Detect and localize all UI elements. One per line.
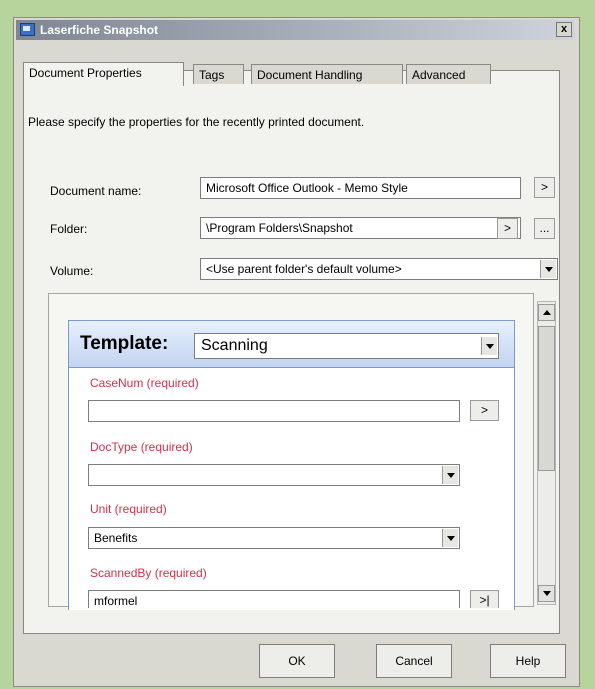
casenum-token-button[interactable]: > — [470, 400, 499, 421]
window-title: Laserfiche Snapshot — [40, 23, 159, 37]
document-name-label: Document name: — [50, 184, 142, 198]
template-label: Template: — [80, 333, 169, 354]
scannedby-input[interactable]: mformel — [88, 590, 460, 608]
laserfiche-app-icon — [20, 23, 35, 36]
scroll-thumb[interactable] — [538, 326, 555, 471]
folder-token-button[interactable]: > — [497, 218, 518, 239]
tab-tags[interactable]: Tags — [193, 64, 244, 84]
chevron-down-icon[interactable] — [540, 260, 556, 278]
template-value: Scanning — [201, 337, 268, 354]
tab-advanced[interactable]: Advanced — [406, 64, 491, 84]
scannedby-label: ScannedBy (required) — [90, 566, 207, 580]
tab-document-handling[interactable]: Document Handling — [251, 64, 403, 84]
unit-select[interactable]: Benefits — [88, 527, 460, 549]
cancel-button[interactable]: Cancel — [376, 644, 452, 678]
scroll-down-icon[interactable] — [538, 585, 555, 602]
intro-text: Please specify the properties for the re… — [28, 115, 365, 129]
unit-value: Benefits — [94, 531, 138, 545]
ok-button[interactable]: OK — [259, 644, 335, 678]
folder-browse-button[interactable]: ... — [534, 218, 555, 239]
chevron-down-icon[interactable] — [481, 337, 497, 355]
doctype-select[interactable] — [88, 464, 460, 486]
document-name-token-button[interactable]: > — [534, 177, 555, 198]
folder-label: Folder: — [50, 222, 88, 236]
metadata-scrollbar[interactable] — [537, 301, 556, 605]
scroll-up-icon[interactable] — [538, 304, 555, 321]
scannedby-token-button[interactable]: >| — [470, 590, 499, 608]
casenum-input[interactable] — [88, 400, 460, 422]
template-select[interactable]: Scanning — [194, 333, 499, 359]
tab-document-properties[interactable]: Document Properties — [23, 62, 184, 86]
title-bar[interactable]: Laserfiche Snapshot x — [16, 20, 575, 40]
volume-select[interactable]: <Use parent folder's default volume> — [200, 258, 558, 280]
help-button[interactable]: Help — [490, 644, 566, 678]
volume-value: <Use parent folder's default volume> — [206, 262, 402, 276]
casenum-label: CaseNum (required) — [90, 376, 199, 390]
close-button[interactable]: x — [556, 22, 572, 37]
document-name-input[interactable]: Microsoft Office Outlook - Memo Style — [200, 177, 521, 199]
unit-label: Unit (required) — [90, 502, 167, 516]
chevron-down-icon[interactable] — [442, 466, 458, 484]
chevron-down-icon[interactable] — [442, 529, 458, 547]
volume-label: Volume: — [50, 264, 94, 278]
folder-input[interactable]: \Program Folders\Snapshot — [200, 217, 521, 239]
doctype-label: DocType (required) — [90, 440, 193, 454]
